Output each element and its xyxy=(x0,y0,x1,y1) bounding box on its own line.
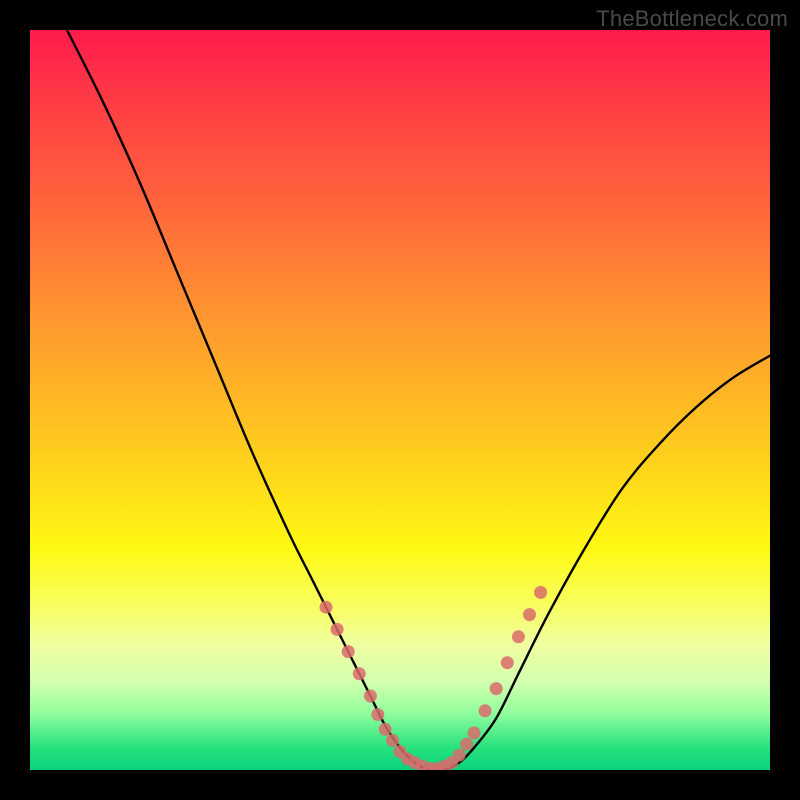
chart-frame: TheBottleneck.com xyxy=(0,0,800,800)
data-marker xyxy=(534,586,547,599)
data-marker xyxy=(512,630,525,643)
data-marker xyxy=(331,623,344,636)
data-marker xyxy=(364,690,377,703)
plot-area xyxy=(30,30,770,770)
bottleneck-curve xyxy=(67,30,770,770)
data-marker xyxy=(353,667,366,680)
data-marker xyxy=(342,645,355,658)
data-markers xyxy=(320,586,548,770)
watermark-text: TheBottleneck.com xyxy=(596,6,788,32)
data-marker xyxy=(320,601,333,614)
data-marker xyxy=(453,749,466,762)
data-marker xyxy=(479,704,492,717)
chart-svg xyxy=(30,30,770,770)
data-marker xyxy=(523,608,536,621)
data-marker xyxy=(386,734,399,747)
data-marker xyxy=(460,738,473,751)
data-marker xyxy=(371,708,384,721)
data-marker xyxy=(501,656,514,669)
data-marker xyxy=(490,682,503,695)
data-marker xyxy=(468,727,481,740)
data-marker xyxy=(379,723,392,736)
